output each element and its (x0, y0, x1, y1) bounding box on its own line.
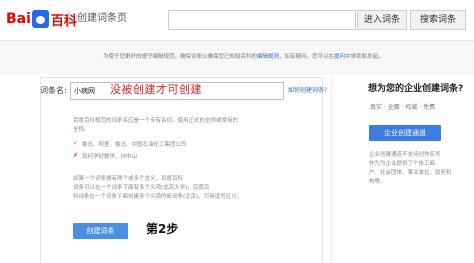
enterprise-create-button[interactable]: 企业创建通道 (369, 125, 441, 141)
good-example: 鲁迅、阿里、鲁迅、中国石油化工集团公司 (82, 142, 187, 148)
extra-line-1: 如果一个词条拥有两个或多个含义，百度百科 (73, 176, 184, 182)
baidu-baike-logo[interactable]: Bai 百科 (6, 9, 77, 29)
entry-name-value: 小病网 (74, 87, 95, 95)
promo-desc-3: 户、社会团体、事业单位、政府机 (369, 170, 452, 176)
step-annotation: 第2步 (146, 222, 179, 236)
logo-text-baike: 百科 (50, 13, 77, 29)
promo-desc-1: 企业创建通道不支持创作实写 (369, 152, 441, 158)
notice-part1: 为使于您更好的遵守编辑规范，确保词条公确保您已知晓百科的 (103, 54, 258, 60)
page-title: 创建词条页 (77, 13, 127, 24)
promo-subtitle: 真实 · 全面 · 权威 · 免费 (370, 104, 436, 111)
bad-example: 如何学好数学、孙中山 (82, 154, 138, 160)
notice-text: 为使于您更好的遵守编辑规范，确保词条公确保您已知晓百科的编辑规则，如有疑问，您可… (103, 53, 384, 61)
notice-part2: ，如有疑问，您可以在 (279, 54, 335, 60)
notice-part3: 中求助和发起。 (345, 54, 384, 60)
baidu-paw-icon (31, 10, 49, 28)
annotation-note: 没被创建才可创建 (110, 83, 202, 96)
promo-divider (331, 77, 332, 263)
extra-line-3: 科词条在一个词条下面创建多个义项的新词条(北京)，可用逗号区分。 (73, 194, 243, 200)
desc-line-2: 全称。 (73, 127, 90, 133)
create-entry-button[interactable]: 创建词条 (73, 223, 128, 239)
cross-icon: ✗ (73, 152, 79, 159)
extra-line-2: 词条可以在一个词条下面有多个义项(北京大学)，百度百 (73, 185, 210, 191)
entry-name-label: 词条名: (40, 86, 67, 95)
promo-title: 想为您的企业创建词条? (368, 84, 464, 94)
how-to-create-link[interactable]: 如何创建词条? (288, 87, 327, 95)
check-icon: ✓ (73, 140, 79, 147)
header-divider (68, 12, 69, 28)
search-input[interactable] (168, 10, 356, 30)
enter-entry-button[interactable]: 进入词条 (357, 10, 407, 30)
promo-desc-2: 作为为企业提供了个体工商 (369, 161, 436, 167)
desc-line-1: 百度百科规范的词条名应是一个专有名词，使用正式的全称或常用的 (73, 118, 239, 124)
edit-rules-link[interactable]: 编辑规则 (257, 54, 279, 60)
promo-desc-4: 构等。 (369, 179, 386, 185)
ask-link[interactable]: 提问 (334, 54, 345, 60)
search-entry-button[interactable]: 搜索词条 (410, 10, 466, 30)
logo-text-bai: Bai (6, 11, 31, 27)
